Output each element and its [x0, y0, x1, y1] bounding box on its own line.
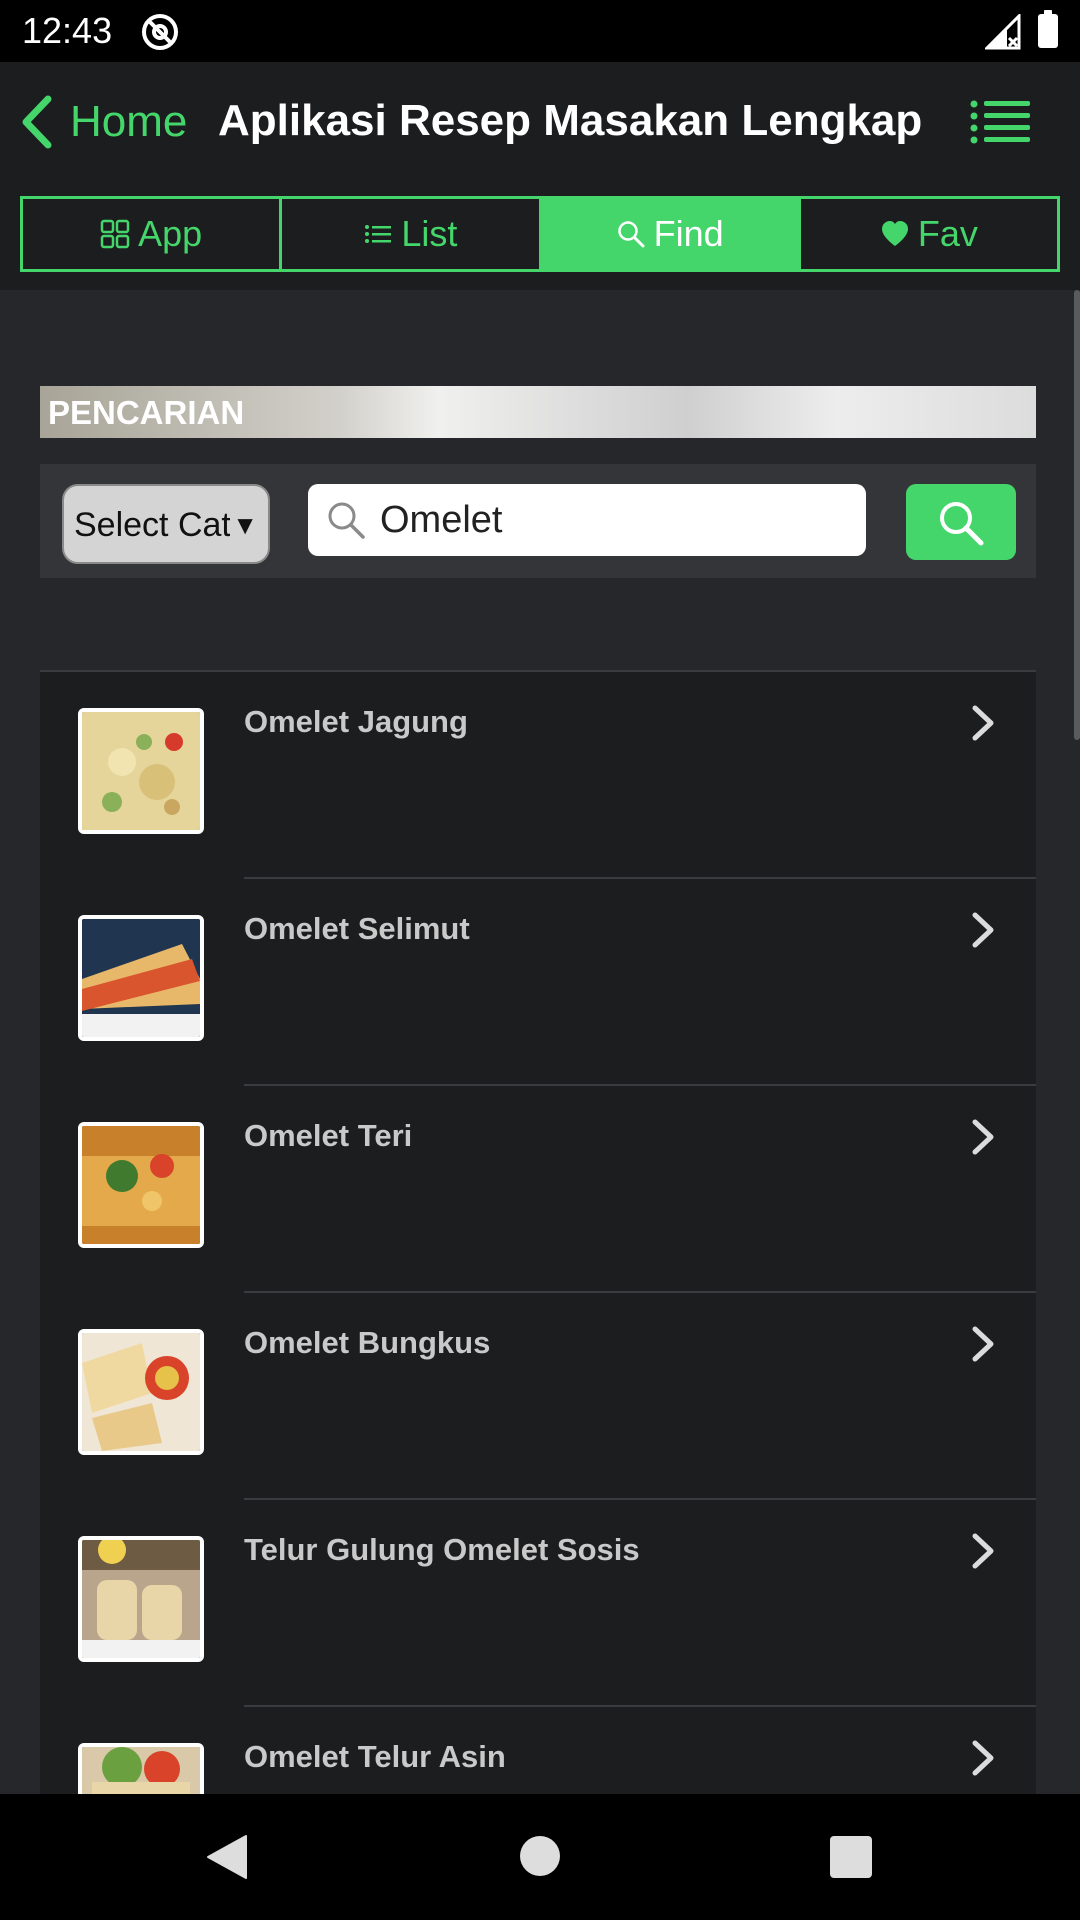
- caret-down-icon: ▼: [232, 510, 258, 540]
- search-icon: [328, 502, 365, 539]
- search-icon: [940, 502, 984, 546]
- tab-label: Find: [653, 213, 724, 254]
- list-item[interactable]: Omelet Selimut: [40, 877, 1036, 1084]
- heart-icon: [881, 221, 908, 246]
- nav-home-icon[interactable]: [520, 1836, 560, 1876]
- status-bar: 12:43: [0, 0, 1080, 62]
- app-header: Home Aplikasi Resep Masakan Lengkap App: [0, 62, 1080, 290]
- search-icon: [617, 221, 645, 248]
- tab-list[interactable]: List: [282, 199, 542, 269]
- system-nav-bar: [0, 1794, 1080, 1920]
- list-item[interactable]: Telur Gulung Omelet Sosis: [40, 1498, 1036, 1705]
- category-select[interactable]: Select Category ▼: [62, 484, 270, 564]
- recipe-title: Omelet Selimut: [244, 911, 470, 946]
- section-header: PENCARIAN: [40, 386, 1036, 438]
- recipe-title: Omelet Jagung: [244, 704, 468, 739]
- omelet-image: [82, 1747, 200, 1794]
- at-sign-icon: [142, 14, 178, 50]
- omelet-image: [82, 1126, 200, 1244]
- back-button[interactable]: Home: [18, 92, 187, 152]
- tab-bar: App List Find Fav: [20, 196, 1060, 272]
- back-label: Home: [70, 97, 188, 146]
- recipe-thumbnail: [78, 1329, 204, 1455]
- tab-label: App: [138, 213, 203, 254]
- recipe-thumbnail: [78, 1122, 204, 1248]
- nav-back-icon[interactable]: [206, 1834, 248, 1880]
- omelet-image: [82, 1540, 200, 1658]
- recipe-thumbnail: [78, 915, 204, 1041]
- chevron-right-icon: [972, 1533, 994, 1569]
- section-label: PENCARIAN: [48, 394, 245, 431]
- omelet-image: [82, 1333, 200, 1451]
- results-list: Omelet Jagung Omelet Selimut Omelet Teri…: [40, 670, 1036, 1794]
- chevron-right-icon: [972, 1326, 994, 1362]
- recipe-thumbnail: [78, 1536, 204, 1662]
- scrollbar[interactable]: [1074, 290, 1080, 740]
- signal-icon: [985, 14, 1021, 50]
- search-panel: Select Category ▼: [40, 464, 1036, 578]
- search-field[interactable]: [308, 484, 866, 556]
- tab-label: List: [401, 213, 458, 254]
- category-select-value: Select Category: [74, 506, 230, 544]
- tab-find[interactable]: Find: [541, 199, 801, 269]
- chevron-right-icon: [972, 1740, 994, 1776]
- nav-recents-icon[interactable]: [830, 1836, 872, 1878]
- omelet-image: [82, 712, 200, 830]
- recipe-thumbnail: [78, 708, 204, 834]
- recipe-title: Omelet Bungkus: [244, 1325, 491, 1360]
- status-time: 12:43: [22, 10, 113, 51]
- list-item[interactable]: Omelet Jagung: [40, 670, 1036, 877]
- chevron-left-icon: [22, 95, 52, 149]
- recipe-title: Telur Gulung Omelet Sosis: [244, 1532, 640, 1567]
- content-area[interactable]: PENCARIAN Select Category ▼: [0, 290, 1080, 1794]
- page-title: Aplikasi Resep Masakan Lengkap: [218, 96, 923, 145]
- list-icon: [365, 225, 392, 243]
- recipe-title: Omelet Teri: [244, 1118, 413, 1153]
- chevron-right-icon: [972, 1119, 994, 1155]
- menu-icon[interactable]: [970, 98, 1032, 146]
- omelet-image: [82, 919, 200, 1037]
- list-item[interactable]: Omelet Teri: [40, 1084, 1036, 1291]
- list-item[interactable]: Omelet Bungkus: [40, 1291, 1036, 1498]
- tab-fav[interactable]: Fav: [801, 199, 1057, 269]
- battery-icon: [1038, 10, 1058, 48]
- search-button[interactable]: [906, 484, 1016, 560]
- tab-app[interactable]: App: [23, 199, 283, 269]
- tab-label: Fav: [917, 213, 978, 254]
- recipe-thumbnail: [78, 1743, 204, 1794]
- recipe-title: Omelet Telur Asin: [244, 1739, 506, 1774]
- chevron-right-icon: [972, 705, 994, 741]
- list-item[interactable]: Omelet Telur Asin: [40, 1705, 1036, 1794]
- chevron-right-icon: [972, 912, 994, 948]
- grid-icon: [100, 219, 130, 249]
- search-input[interactable]: [380, 498, 850, 542]
